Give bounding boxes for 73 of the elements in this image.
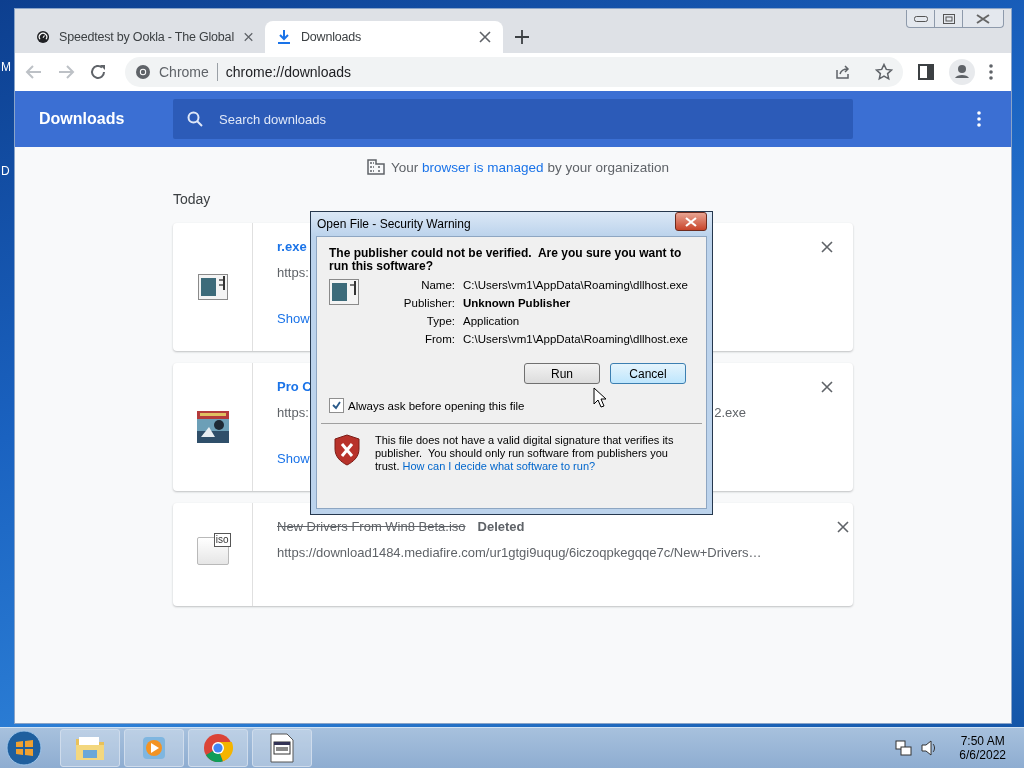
folder-icon[interactable]	[75, 735, 105, 761]
dialog-button[interactable]: Cancel	[610, 363, 686, 384]
close-icon	[685, 216, 697, 227]
download-icon	[277, 29, 291, 45]
building-icon	[367, 159, 385, 175]
field-label: Publisher:	[402, 297, 455, 309]
page-title: Downloads	[38, 110, 126, 128]
show-in-folder-link[interactable]: Show	[277, 451, 310, 466]
chrome-icon[interactable]	[203, 733, 233, 763]
program-file-icon[interactable]	[270, 733, 294, 763]
clock-date: 6/6/2022	[959, 748, 1006, 762]
browser-tab[interactable]: Downloads	[265, 21, 503, 53]
url-text: chrome://downloads	[225, 64, 353, 80]
show-in-folder-link[interactable]: Show	[277, 311, 310, 326]
close-icon[interactable]	[243, 31, 253, 43]
field-label: Name:	[420, 279, 455, 291]
side-panel-icon[interactable]	[917, 63, 935, 81]
dialog-heading: The publisher could not be verified. Are you sure you want to run this software?	[329, 247, 683, 273]
field-value: C:\Users\vm1\AppData\Roaming\dllhost.exe	[463, 279, 688, 291]
clock-time: 7:50 AM	[960, 734, 1005, 748]
close-icon[interactable]	[479, 31, 491, 43]
search-icon	[187, 111, 203, 127]
file-name: New Drivers From Win8 Beta.iso	[277, 519, 466, 534]
program-window-icon	[329, 279, 359, 305]
close-button[interactable]	[675, 212, 707, 231]
remove-icon[interactable]	[836, 521, 849, 533]
field-value: Application	[463, 315, 521, 327]
field-label: Type:	[425, 315, 455, 327]
volume-icon[interactable]	[921, 740, 938, 756]
program-window-icon	[197, 274, 228, 300]
remove-icon[interactable]	[821, 241, 833, 253]
download-url: https://download1484.mediafire.com/ur1gtgi9uqug/6iczoqpkegqqe7c/New+Drivers…	[277, 545, 762, 560]
desktop-icon-label: M	[1, 60, 11, 74]
download-url: https:	[277, 405, 309, 420]
field-value: C:\Users\vm1\AppData\Roaming\dllhost.exe	[463, 333, 688, 345]
checkbox-label: Always ask before opening this file	[348, 399, 525, 412]
star-icon[interactable]	[875, 63, 893, 81]
dialog-button[interactable]: Run	[524, 363, 600, 384]
network-icon[interactable]	[895, 740, 914, 756]
warning-text: This file does not have a valid digital signature that verifies its publisher. You should only run software from publishers you trust. How can I decide what software to run?	[375, 434, 675, 473]
file-type-label: iso	[213, 533, 231, 547]
field-value: Unknown Publisher	[463, 297, 572, 309]
profile-icon[interactable]	[949, 59, 975, 85]
dialog-title: Open File - Security Warning	[317, 217, 472, 231]
remove-icon[interactable]	[821, 381, 833, 393]
address-bar[interactable]: Chrome chrome://downloads	[125, 57, 903, 87]
close-icon	[976, 13, 990, 24]
file-name[interactable]: r.exe	[277, 239, 307, 254]
desktop-icon-label: D	[1, 164, 10, 178]
menu-icon[interactable]	[989, 64, 993, 80]
site-label: Chrome	[159, 64, 209, 80]
section-heading: Today	[173, 191, 212, 207]
managed-link[interactable]: browser is managed	[422, 159, 544, 175]
mouse-cursor-icon	[593, 387, 607, 408]
more-options-icon[interactable]	[977, 111, 981, 127]
reload-icon[interactable]	[89, 63, 107, 81]
chrome-logo-icon	[135, 64, 151, 80]
download-url: 2.exe	[714, 405, 746, 420]
download-status: Deleted	[477, 519, 525, 534]
managed-notice: Your browser is managed by your organization	[391, 159, 669, 175]
restore-icon	[942, 13, 955, 24]
browser-tab[interactable]: Speedtest by Ookla - The Global	[25, 21, 265, 53]
download-url: https:	[277, 265, 309, 280]
minimize-icon	[913, 15, 928, 22]
checkbox[interactable]	[329, 398, 344, 413]
field-label: From:	[423, 333, 455, 345]
search-field[interactable]: Search downloads	[173, 99, 853, 139]
gauge-icon	[37, 29, 50, 45]
new-tab-icon[interactable]	[515, 30, 529, 44]
shield-error-icon	[333, 434, 361, 466]
help-link[interactable]: How can I decide what software to run?	[402, 460, 596, 472]
share-icon[interactable]	[835, 64, 851, 80]
start-button[interactable]	[6, 730, 42, 766]
